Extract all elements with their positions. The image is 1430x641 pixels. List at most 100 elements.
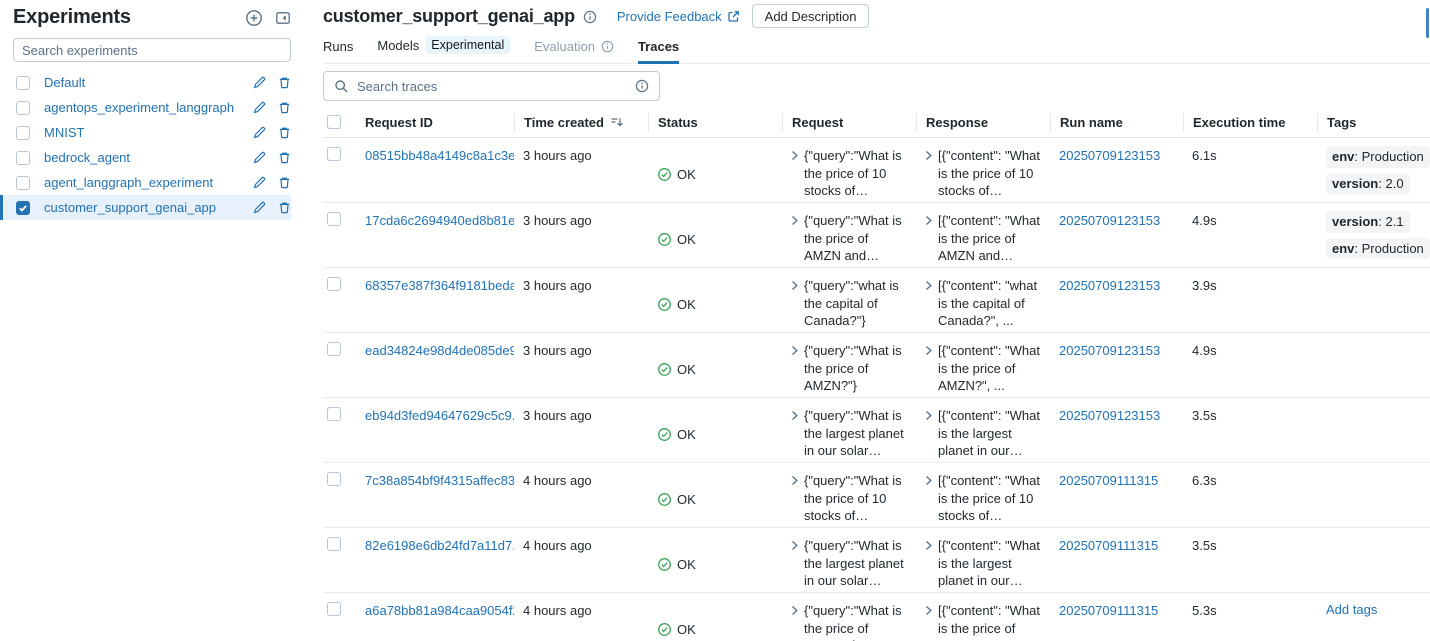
traces-table-body: 08515bb48a4149c8a1c3e... 3 hours ago OK … [323,138,1430,641]
expand-request-chevron-icon[interactable] [791,150,799,161]
sidebar-experiment-item[interactable]: Default [0,70,291,95]
vertical-scrollbar-thumb[interactable] [1426,8,1429,38]
delete-experiment-button[interactable] [278,126,291,139]
column-header-response[interactable]: Response [916,112,1050,132]
edit-experiment-button[interactable] [253,101,266,114]
row-checkbox[interactable] [327,537,341,551]
select-all-checkbox[interactable] [327,115,341,129]
experiment-checkbox[interactable] [16,200,30,215]
add-tags-link[interactable]: Add tags [1326,601,1377,619]
column-header-status[interactable]: Status [648,112,782,132]
request-id-link[interactable]: 68357e387f364f9181beda... [365,278,514,293]
response-cell: [{"content": "What is the price of 10 st… [916,463,1050,527]
experiment-name-link[interactable]: bedrock_agent [44,150,241,165]
row-checkbox[interactable] [327,472,341,486]
tab-evaluation[interactable]: Evaluation [534,39,614,64]
experiment-name-link[interactable]: customer_support_genai_app [44,200,241,215]
request-id-link[interactable]: 17cda6c2694940ed8b81e... [365,213,514,228]
column-header-time-created[interactable]: Time created [514,112,648,132]
sort-descending-icon[interactable] [610,115,624,129]
expand-response-chevron-icon[interactable] [925,540,933,551]
expand-request-chevron-icon[interactable] [791,280,799,291]
experiment-checkbox[interactable] [16,150,30,165]
experiment-name-link[interactable]: agentops_experiment_langgraph [44,100,241,115]
row-checkbox[interactable] [327,147,341,161]
request-id-link[interactable]: 7c38a854bf9f4315affec83... [365,473,514,488]
expand-response-chevron-icon[interactable] [925,280,933,291]
experiment-info-icon[interactable] [583,10,597,24]
expand-response-chevron-icon[interactable] [925,475,933,486]
request-id-link[interactable]: ead34824e98d4de085de9... [365,343,514,358]
experiment-name-link[interactable]: Default [44,75,241,90]
run-name-link[interactable]: 20250709123153 [1059,343,1160,358]
delete-experiment-button[interactable] [278,151,291,164]
expand-request-chevron-icon[interactable] [791,475,799,486]
provide-feedback-link[interactable]: Provide Feedback [617,9,740,24]
delete-experiment-button[interactable] [278,76,291,89]
column-header-execution-time[interactable]: Execution time [1183,112,1317,132]
status-ok-icon [657,427,672,442]
expand-request-chevron-icon[interactable] [791,540,799,551]
delete-experiment-button[interactable] [278,101,291,114]
experiment-checkbox[interactable] [16,175,30,190]
run-name-link[interactable]: 20250709111315 [1059,473,1158,488]
experiment-checkbox[interactable] [16,75,30,90]
edit-experiment-button[interactable] [253,151,266,164]
edit-experiment-button[interactable] [253,176,266,189]
delete-experiment-button[interactable] [278,176,291,189]
expand-request-chevron-icon[interactable] [791,605,799,616]
expand-response-chevron-icon[interactable] [925,345,933,356]
run-name-link[interactable]: 20250709123153 [1059,213,1160,228]
execution-time-cell: 3.5s [1192,408,1217,423]
row-checkbox[interactable] [327,277,341,291]
expand-request-chevron-icon[interactable] [791,345,799,356]
expand-request-chevron-icon[interactable] [791,215,799,226]
search-experiments-input[interactable] [13,38,291,62]
request-id-link[interactable]: eb94d3fed94647629c5c9... [365,408,514,423]
request-id-link[interactable]: 08515bb48a4149c8a1c3e... [365,148,514,163]
column-header-run-name[interactable]: Run name [1050,112,1183,132]
expand-response-chevron-icon[interactable] [925,605,933,616]
experiment-name-link[interactable]: MNIST [44,125,241,140]
experiment-name-link[interactable]: agent_langgraph_experiment [44,175,241,190]
add-description-button[interactable]: Add Description [751,4,870,28]
experiment-checkbox[interactable] [16,100,30,115]
request-id-link[interactable]: 82e6198e6db24fd7a11d7... [365,538,514,553]
row-checkbox[interactable] [327,602,341,616]
tab-runs[interactable]: Runs [323,39,353,64]
run-name-link[interactable]: 20250709123153 [1059,408,1160,423]
tab-traces[interactable]: Traces [637,39,680,64]
column-header-tags[interactable]: Tags [1317,112,1430,132]
run-name-link[interactable]: 20250709123153 [1059,278,1160,293]
edit-experiment-button[interactable] [253,126,266,139]
run-name-link[interactable]: 20250709111315 [1059,538,1158,553]
request-id-link[interactable]: a6a78bb81a984caa9054f2... [365,603,514,618]
delete-experiment-button[interactable] [278,201,291,214]
row-checkbox[interactable] [327,407,341,421]
edit-experiment-button[interactable] [253,76,266,89]
sidebar-experiment-item[interactable]: customer_support_genai_app [0,195,291,220]
search-traces-input[interactable] [357,78,627,94]
expand-request-chevron-icon[interactable] [791,410,799,421]
search-info-icon[interactable] [635,79,649,93]
expand-response-chevron-icon[interactable] [925,410,933,421]
tags-cell [1317,268,1430,332]
experiment-checkbox[interactable] [16,125,30,140]
collapse-sidebar-button[interactable] [275,10,291,26]
sidebar-experiment-item[interactable]: MNIST [0,120,291,145]
sidebar-experiment-item[interactable]: agent_langgraph_experiment [0,170,291,195]
row-checkbox[interactable] [327,342,341,356]
column-header-request-id[interactable]: Request ID [356,113,514,132]
sidebar-experiment-item[interactable]: bedrock_agent [0,145,291,170]
expand-response-chevron-icon[interactable] [925,150,933,161]
run-name-link[interactable]: 20250709123153 [1059,148,1160,163]
run-name-link[interactable]: 20250709111315 [1059,603,1158,618]
create-experiment-button[interactable] [245,9,263,27]
row-checkbox[interactable] [327,212,341,226]
column-header-request[interactable]: Request [782,112,916,132]
sidebar-experiment-item[interactable]: agentops_experiment_langgraph [0,95,291,120]
expand-response-chevron-icon[interactable] [925,215,933,226]
edit-experiment-button[interactable] [253,201,266,214]
execution-time-cell: 3.9s [1192,278,1217,293]
tab-models[interactable]: Models Experimental [377,36,511,64]
